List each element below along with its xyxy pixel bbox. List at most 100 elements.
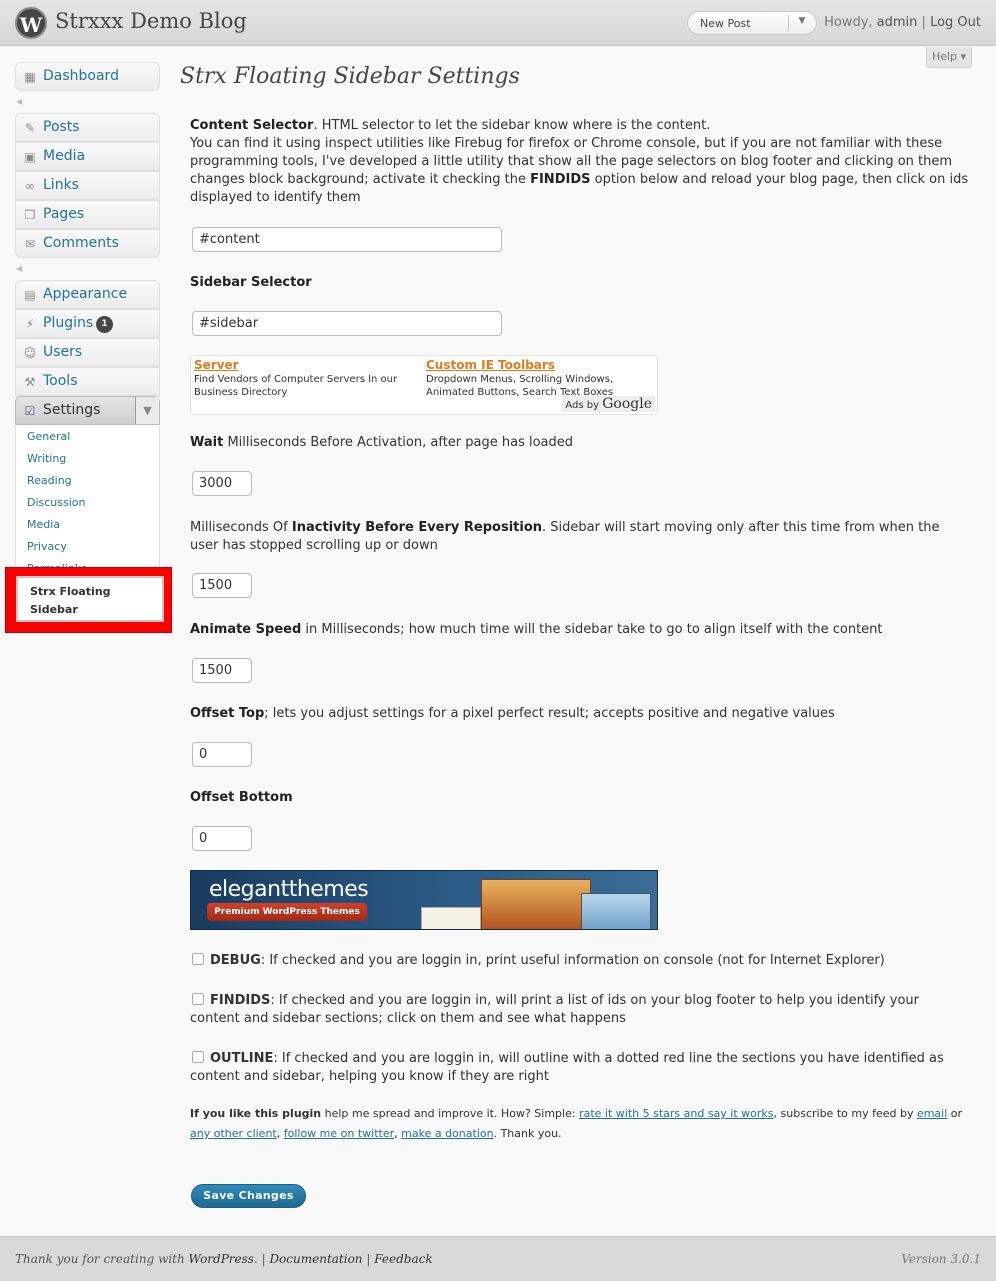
ad-title-link[interactable]: Custom IE Toolbars xyxy=(426,358,555,372)
footer-left: Thank you for creating with WordPress. |… xyxy=(15,1252,433,1266)
twitter-link[interactable]: follow me on twitter xyxy=(284,1127,394,1140)
ads-by-google-link[interactable]: Ads by Google xyxy=(562,396,655,412)
menu-posts[interactable]: ✎ Posts xyxy=(15,113,160,142)
inactivity-description: Milliseconds Of Inactivity Before Every … xyxy=(190,519,970,555)
submenu-strx-floating-sidebar[interactable]: Strx Floating Sidebar xyxy=(16,576,164,622)
other-client-link[interactable]: any other client xyxy=(190,1127,277,1140)
text: : If checked and you are loggin in, will… xyxy=(190,993,919,1026)
submenu-discussion[interactable]: Discussion xyxy=(27,496,86,509)
offset-bottom-input[interactable]: 0 xyxy=(192,826,252,851)
ads-by-text: Ads by xyxy=(565,400,600,411)
menu-separator-arrow-icon[interactable]: ◀ xyxy=(16,264,22,273)
findids-checkbox[interactable] xyxy=(192,993,204,1005)
menu-comments[interactable]: ✉ Comments xyxy=(15,229,160,258)
menu-appearance[interactable]: ▤ Appearance xyxy=(15,280,160,309)
promo-text: If you like this plugin help me spread a… xyxy=(190,1104,970,1144)
outline-option: OUTLINE: If checked and you are loggin i… xyxy=(190,1050,970,1086)
menu-label: Dashboard xyxy=(43,68,119,84)
findids-option: FINDIDS: If checked and you are loggin i… xyxy=(190,992,970,1028)
label: Wait xyxy=(190,435,224,450)
text: in Milliseconds; how much time will the … xyxy=(301,622,883,637)
menu-label: Links xyxy=(43,177,79,193)
google-logo: Google xyxy=(602,396,652,412)
text: help me spread and improve it. How? Simp… xyxy=(321,1107,580,1120)
elegantthemes-banner[interactable]: elegantthemes Premium WordPress Themes xyxy=(190,870,658,930)
rate-link[interactable]: rate it with 5 stars and say it works xyxy=(579,1107,773,1120)
menu-dashboard[interactable]: ▦ Dashboard xyxy=(15,62,160,91)
plug-icon: ⚡ xyxy=(25,317,35,331)
menu-label: Posts xyxy=(43,119,80,135)
menu-media[interactable]: ▣ Media xyxy=(15,142,160,171)
submenu-privacy[interactable]: Privacy xyxy=(27,540,67,553)
label: Offset Bottom xyxy=(190,790,293,805)
email-link[interactable]: email xyxy=(917,1107,947,1120)
animate-speed-input[interactable]: 1500 xyxy=(192,658,252,683)
content-selector-input[interactable]: #content xyxy=(192,227,502,252)
wordpress-link[interactable]: WordPress xyxy=(189,1252,254,1266)
label: Offset Top xyxy=(190,706,265,721)
offset-top-input[interactable]: 0 xyxy=(192,742,252,767)
favorite-action-label[interactable]: New Post xyxy=(700,17,751,30)
menu-label: Plugins xyxy=(43,315,94,331)
text: : If checked and you are loggin in, prin… xyxy=(260,953,885,968)
menu-users[interactable]: ☺ Users xyxy=(15,338,160,367)
submenu-writing[interactable]: Writing xyxy=(27,452,66,465)
logout-link[interactable]: Log Out xyxy=(930,15,981,30)
sidebar-selector-input[interactable]: #sidebar xyxy=(192,311,502,336)
promo-lead: If you like this plugin xyxy=(190,1107,322,1120)
menu-separator-arrow-icon[interactable]: ◀ xyxy=(16,97,22,106)
pushpin-icon: ✎ xyxy=(24,121,36,135)
label: DEBUG xyxy=(210,953,261,968)
menu-tools[interactable]: ⚒ Tools xyxy=(15,367,160,396)
submenu-label-line1: Strx Floating xyxy=(30,585,111,598)
user-profile-link[interactable]: admin xyxy=(877,15,918,30)
header-separator: | xyxy=(921,15,926,30)
feedback-link[interactable]: Feedback xyxy=(374,1252,432,1266)
favorite-actions-dropdown[interactable]: New Post ▼ xyxy=(687,11,817,35)
menu-pages[interactable]: ❐ Pages xyxy=(15,200,160,229)
label: Inactivity Before Every Reposition xyxy=(291,520,543,535)
ad-block: Server Find Vendors of Computer Servers … xyxy=(194,358,419,399)
user-info: Howdy, admin | Log Out xyxy=(824,15,981,30)
theme-preview-image xyxy=(421,907,481,929)
content-selector-label: Content Selector xyxy=(190,118,314,133)
page-title: Strx Floating Sidebar Settings xyxy=(180,64,520,89)
text: , xyxy=(276,1127,284,1140)
menu-label: Settings xyxy=(43,402,101,418)
wait-description: Wait Milliseconds Before Activation, aft… xyxy=(190,434,970,452)
save-changes-button[interactable]: Save Changes xyxy=(191,1184,306,1208)
documentation-link[interactable]: Documentation xyxy=(269,1252,362,1266)
wait-input[interactable]: 3000 xyxy=(192,471,252,496)
submenu-media[interactable]: Media xyxy=(27,518,60,531)
menu-label: Pages xyxy=(43,206,85,222)
banner-brand: elegantthemes xyxy=(209,877,369,902)
outline-checkbox[interactable] xyxy=(192,1051,204,1063)
content-selector-description: Content Selector. HTML selector to let t… xyxy=(190,117,970,207)
menu-settings[interactable]: ☑ Settings ▼ xyxy=(15,396,160,425)
link-icon: ∞ xyxy=(25,179,35,193)
menu-plugins[interactable]: ⚡ Plugins 1 xyxy=(15,309,160,338)
text: . Thank you. xyxy=(493,1127,562,1140)
ad-title-link[interactable]: Server xyxy=(194,358,239,372)
media-icon: ▣ xyxy=(24,150,36,164)
animate-description: Animate Speed in Milliseconds; how much … xyxy=(190,621,970,639)
help-tab[interactable]: Help ▾ xyxy=(926,47,972,68)
label: Sidebar Selector xyxy=(190,275,312,290)
site-title[interactable]: Strxxx Demo Blog xyxy=(55,9,247,33)
chevron-down-icon[interactable]: ▼ xyxy=(135,397,159,424)
ad-description: Find Vendors of Computer Servers In our … xyxy=(194,374,398,398)
comments-icon: ✉ xyxy=(24,237,36,251)
inactivity-input[interactable]: 1500 xyxy=(192,573,252,598)
chevron-down-icon[interactable]: ▼ xyxy=(792,16,812,26)
debug-checkbox[interactable] xyxy=(192,953,204,965)
donation-link[interactable]: make a donation xyxy=(401,1127,493,1140)
menu-links[interactable]: ∞ Links xyxy=(15,171,160,200)
plugin-update-badge: 1 xyxy=(96,316,113,333)
submenu-label-line2: Sidebar xyxy=(30,603,78,616)
label: Animate Speed xyxy=(190,622,302,637)
admin-header: W Strxxx Demo Blog New Post ▼ Howdy, adm… xyxy=(0,0,996,46)
submenu-reading[interactable]: Reading xyxy=(27,474,72,487)
settings-submenu: General Writing Reading Discussion Media… xyxy=(15,426,160,574)
text: or xyxy=(947,1107,963,1120)
submenu-general[interactable]: General xyxy=(27,430,70,443)
